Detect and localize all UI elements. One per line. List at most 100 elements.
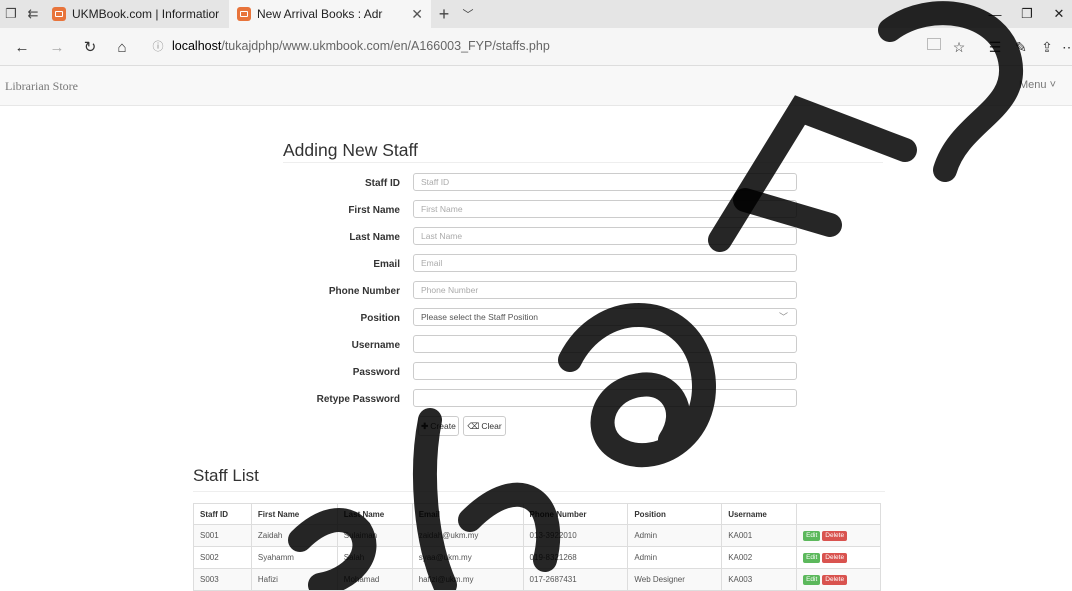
browser-tab-strip: ❐ ⇇ UKMBook.com | Informatior New Arriva…	[0, 0, 1072, 28]
favorite-star-icon[interactable]: ☆	[948, 28, 970, 66]
last-name-input[interactable]: Last Name	[413, 227, 797, 245]
tab-title: New Arrival Books : Adr	[257, 7, 383, 21]
position-select[interactable]: Please select the Staff Position ﹀	[413, 308, 797, 326]
email-label: Email	[373, 259, 400, 270]
create-label: Create	[430, 421, 456, 431]
plus-icon: ✚	[421, 420, 429, 431]
reading-view-icon[interactable]	[927, 38, 941, 50]
ukmbook-favicon-icon	[52, 7, 66, 21]
delete-button[interactable]: Delete	[822, 530, 848, 541]
browser-tab-ukmbook[interactable]: UKMBook.com | Informatior	[44, 0, 229, 28]
address-bar[interactable]: ⓘ localhost/tukajdphp/www.ukmbook.com/en…	[150, 34, 915, 58]
forward-arrow-icon[interactable]: →	[45, 28, 69, 66]
col-header-phone-number: Phone Number	[522, 503, 629, 525]
cell-username: KA003	[721, 568, 798, 591]
address-path: /tukajdphp/www.ukmbook.com/en/A166003_FY…	[221, 39, 550, 53]
cell-username: KA002	[721, 546, 798, 569]
cell-last-name: Sulaiman	[336, 524, 413, 547]
chevron-down-icon: ﹀	[778, 312, 788, 322]
site-info-icon[interactable]: ⓘ	[150, 38, 166, 54]
email-input[interactable]: Email	[413, 254, 797, 272]
cell-staff-id: S002	[193, 546, 252, 569]
create-button[interactable]: ✚ Create	[418, 416, 459, 436]
cell-phone: 017-2687431	[522, 568, 629, 591]
share-icon[interactable]: ⇪	[1036, 28, 1058, 66]
browser-tab-new-arrival[interactable]: New Arrival Books : Adr ✕	[229, 0, 431, 28]
edit-button[interactable]: Edit	[803, 552, 821, 563]
col-header-position: Position	[627, 503, 723, 525]
phone-number-label: Phone Number	[328, 286, 400, 297]
tab-title: UKMBook.com | Informatior	[72, 7, 220, 21]
divider	[283, 162, 883, 163]
browser-navigation-bar: ← → ↻ ⌂ ⓘ localhost/tukajdphp/www.ukmboo…	[0, 28, 1072, 66]
back-arrow-icon[interactable]: ←	[10, 28, 34, 66]
edit-button[interactable]: Edit	[803, 574, 821, 585]
cell-position: Admin	[627, 546, 723, 569]
col-header-last-name: Last Name	[336, 503, 413, 525]
phone-number-input[interactable]: Phone Number	[413, 281, 797, 299]
cell-actions: Edit Delete	[796, 524, 881, 547]
cell-first-name: Syahamm	[250, 546, 338, 569]
eraser-icon: ⌫	[467, 420, 480, 431]
cell-first-name: Hafizi	[250, 568, 338, 591]
table-row: S003 Hafizi Mohamad hafizi@ukm.my 017-26…	[193, 568, 881, 591]
refresh-icon[interactable]: ↻	[78, 28, 102, 66]
retype-password-label: Retype Password	[316, 394, 400, 405]
password-input[interactable]	[413, 362, 797, 380]
favorites-hub-icon[interactable]: ☰	[984, 28, 1006, 66]
home-icon[interactable]: ⌂	[110, 28, 134, 66]
cell-position: Admin	[627, 524, 723, 547]
staff-table: Staff ID First Name Last Name Email Phon…	[193, 503, 881, 591]
tab-actions-icon[interactable]: ❐	[0, 0, 22, 28]
password-label: Password	[352, 367, 400, 378]
cell-last-name: Mohamad	[336, 568, 413, 591]
username-input[interactable]	[413, 335, 797, 353]
divider	[193, 491, 885, 492]
delete-button[interactable]: Delete	[822, 574, 848, 585]
col-header-first-name: First Name	[250, 503, 338, 525]
cell-actions: Edit Delete	[796, 568, 881, 591]
tab-list-chevron-icon[interactable]: ﹀	[457, 0, 479, 28]
clear-label: Clear	[481, 421, 502, 431]
username-label: Username	[351, 340, 400, 351]
cell-email: zaidah@ukm.my	[411, 524, 524, 547]
cell-username: KA001	[721, 524, 798, 547]
brand-link[interactable]: Librarian Store	[5, 79, 78, 94]
delete-button[interactable]: Delete	[822, 552, 848, 563]
staff-id-label: Staff ID	[365, 178, 400, 189]
clear-button[interactable]: ⌫ Clear	[463, 416, 506, 436]
staff-id-input[interactable]: Staff ID	[413, 173, 797, 191]
close-window-icon[interactable]: ✕	[1044, 0, 1072, 28]
set-tabs-aside-icon[interactable]: ⇇	[22, 0, 44, 28]
web-note-pen-icon[interactable]: ✎	[1010, 28, 1032, 66]
last-name-label: Last Name	[349, 232, 400, 243]
cell-actions: Edit Delete	[796, 546, 881, 569]
table-header-row: Staff ID First Name Last Name Email Phon…	[193, 503, 881, 525]
cell-first-name: Zaidah	[250, 524, 338, 547]
edit-button[interactable]: Edit	[803, 530, 821, 541]
app-navbar: Librarian Store Menu ˅	[0, 66, 1072, 106]
menu-dropdown-toggle[interactable]: Menu ˅	[1019, 79, 1056, 91]
cell-position: Web Designer	[627, 568, 723, 591]
address-host: localhost	[172, 39, 222, 53]
cell-email: hafizi@ukm.my	[411, 568, 524, 591]
cell-staff-id: S003	[193, 568, 252, 591]
close-tab-icon[interactable]: ✕	[411, 6, 423, 23]
col-header-staff-id: Staff ID	[193, 503, 252, 525]
position-label: Position	[360, 313, 400, 324]
more-options-icon[interactable]: ⋯	[1058, 28, 1072, 66]
restore-icon[interactable]: ❐	[1012, 0, 1042, 28]
minimize-icon[interactable]: —	[980, 0, 1010, 28]
position-selected-value: Please select the Staff Position	[421, 312, 539, 322]
table-row: S002 Syahamm Salah syaa@ukm.my 019-83212…	[193, 546, 881, 569]
first-name-input[interactable]: First Name	[413, 200, 797, 218]
cell-staff-id: S001	[193, 524, 252, 547]
ukmbook-favicon-icon	[237, 7, 251, 21]
col-header-actions	[796, 503, 881, 525]
table-row: S001 Zaidah Sulaiman zaidah@ukm.my 013-3…	[193, 524, 881, 547]
form-title: Adding New Staff	[283, 140, 418, 160]
cell-email: syaa@ukm.my	[411, 546, 524, 569]
cell-phone: 019-8321268	[522, 546, 629, 569]
new-tab-icon[interactable]: +	[431, 0, 457, 28]
retype-password-input[interactable]	[413, 389, 797, 407]
